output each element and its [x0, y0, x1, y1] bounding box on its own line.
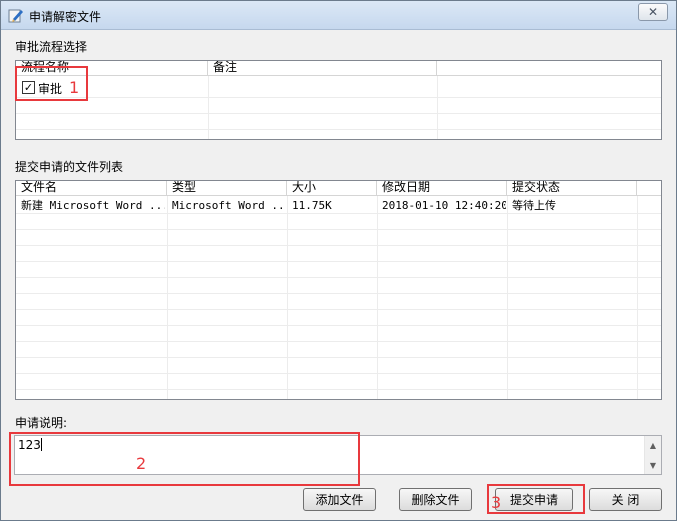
annotation-box-2	[9, 432, 360, 486]
close-window-button[interactable]: ✕	[638, 3, 668, 21]
approval-list-header: 流程名称 备注	[16, 61, 661, 76]
dialog-window: 申请解密文件 ✕ 审批流程选择 流程名称 备注 ✓ 审批 提交申请的文件列表 文…	[0, 0, 677, 521]
annotation-number-2: 2	[136, 454, 147, 473]
column-header-modified[interactable]: 修改日期	[377, 181, 507, 196]
close-button[interactable]: 关 闭	[589, 488, 662, 511]
note-scrollbar[interactable]: ▲ ▼	[644, 436, 661, 474]
grid-line	[16, 97, 661, 98]
annotation-number-1: 1	[69, 78, 80, 97]
grid-line	[167, 196, 168, 399]
grid-line	[16, 357, 661, 358]
grid-line	[16, 113, 661, 114]
grid-line	[16, 325, 661, 326]
annotation-number-3: 3	[491, 493, 502, 512]
column-header-empty	[637, 181, 661, 196]
file-list-header: 文件名 类型 大小 修改日期 提交状态	[16, 181, 661, 196]
close-icon: ✕	[647, 5, 659, 19]
column-header-remark[interactable]: 备注	[208, 61, 437, 76]
scroll-down-icon[interactable]: ▼	[645, 457, 661, 473]
grid-line	[16, 229, 661, 230]
note-label: 申请说明:	[15, 416, 68, 430]
grid-line	[377, 196, 378, 399]
grid-line	[287, 196, 288, 399]
file-list[interactable]: 文件名 类型 大小 修改日期 提交状态 新建 Microsoft Word ..…	[15, 180, 662, 400]
grid-line	[16, 245, 661, 246]
add-file-button[interactable]: 添加文件	[303, 488, 376, 511]
grid-line	[16, 277, 661, 278]
approval-flow-list[interactable]: 流程名称 备注 ✓ 审批	[15, 60, 662, 140]
column-header-file-name[interactable]: 文件名	[16, 181, 167, 196]
column-header-type[interactable]: 类型	[167, 181, 287, 196]
column-header-size[interactable]: 大小	[287, 181, 377, 196]
grid-line	[16, 293, 661, 294]
column-header-empty	[437, 61, 661, 76]
grid-line	[16, 261, 661, 262]
grid-line	[637, 196, 638, 399]
grid-line	[16, 341, 661, 342]
file-modified-cell: 2018-01-10 12:40:20	[382, 199, 506, 212]
grid-line	[16, 373, 661, 374]
grid-line	[507, 196, 508, 399]
file-type-cell: Microsoft Word ...	[172, 199, 284, 212]
column-header-status[interactable]: 提交状态	[507, 181, 637, 196]
window-title: 申请解密文件	[29, 10, 102, 24]
scroll-up-icon[interactable]: ▲	[645, 437, 661, 453]
approval-section-label: 审批流程选择	[15, 40, 88, 54]
file-size-cell: 11.75K	[292, 199, 332, 212]
title-bar[interactable]: 申请解密文件 ✕	[1, 1, 676, 30]
file-name-cell: 新建 Microsoft Word ...	[21, 199, 165, 212]
app-icon	[8, 9, 23, 23]
grid-line	[16, 389, 661, 390]
file-status-cell: 等待上传	[512, 199, 556, 212]
grid-line	[16, 309, 661, 310]
delete-file-button[interactable]: 删除文件	[399, 488, 472, 511]
annotation-box-3	[487, 484, 585, 514]
file-list-section-label: 提交申请的文件列表	[15, 160, 124, 174]
grid-line	[16, 129, 661, 130]
